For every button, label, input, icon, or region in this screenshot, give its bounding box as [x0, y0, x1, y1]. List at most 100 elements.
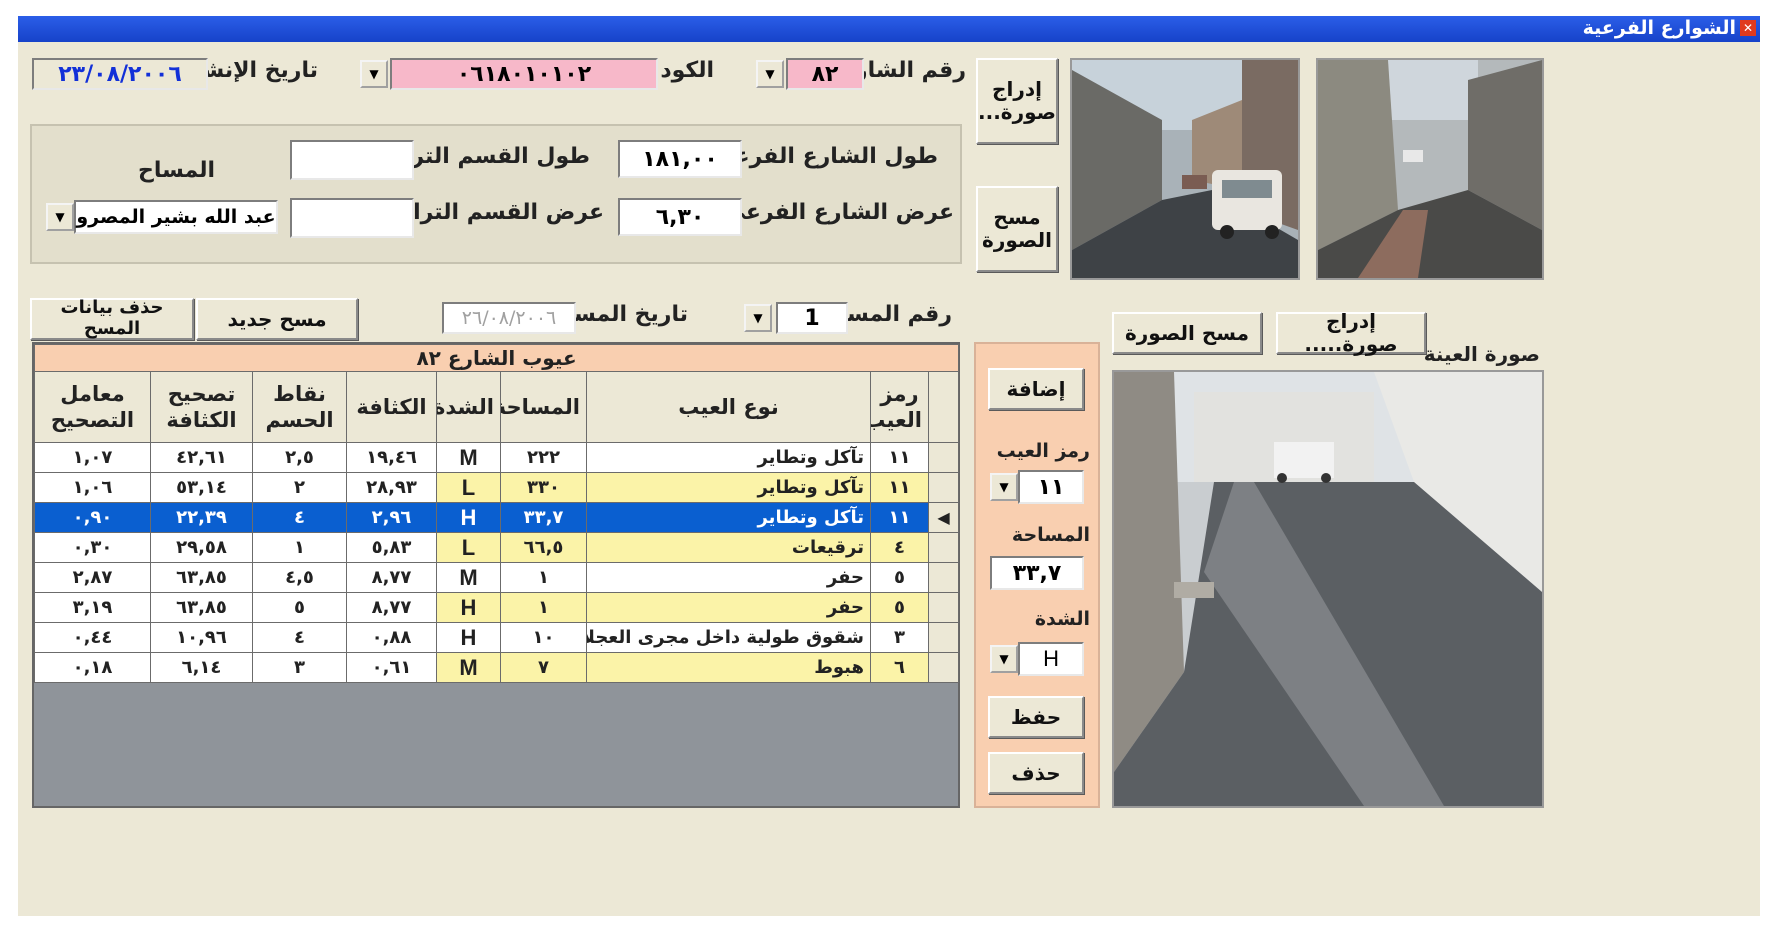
row-indicator[interactable]	[927, 442, 960, 473]
cell-severity[interactable]: H	[436, 502, 501, 533]
cell-code[interactable]: ٤	[870, 532, 929, 563]
col-density[interactable]: الكثافة	[346, 371, 437, 443]
cell-deduct[interactable]: ٤	[252, 502, 347, 533]
row-indicator[interactable]	[927, 652, 960, 683]
dirt-length-field[interactable]	[290, 140, 414, 180]
cell-type[interactable]: شقوق طولية داخل مجرى العجلات	[586, 622, 871, 653]
defect-code-dropdown-icon[interactable]: ▼	[990, 473, 1018, 501]
cell-code[interactable]: ٦	[870, 652, 929, 683]
cell-corr-density[interactable]: ٤٢,٦١	[150, 442, 253, 473]
cell-severity[interactable]: M	[436, 652, 501, 683]
defect-code-field[interactable]: ١١	[1018, 470, 1084, 504]
new-survey-button[interactable]: مسح جديد	[196, 298, 358, 340]
cell-code[interactable]: ٣	[870, 622, 929, 653]
delete-survey-button[interactable]: حذف بيانات المسح	[30, 297, 194, 340]
current-row-icon[interactable]: ◀	[927, 502, 960, 533]
cell-density[interactable]: ٢,٩٦	[346, 502, 437, 533]
cell-code[interactable]: ٥	[870, 562, 929, 593]
cell-area[interactable]: ١٠	[500, 622, 587, 653]
cell-code[interactable]: ١١	[870, 502, 929, 533]
cell-area[interactable]: ١	[500, 592, 587, 623]
cell-type[interactable]: ترقيعات	[586, 532, 871, 563]
cell-density[interactable]: ١٩,٤٦	[346, 442, 437, 473]
street-length-field[interactable]: ١٨١,٠٠	[618, 140, 742, 178]
cell-type[interactable]: حفر	[586, 592, 871, 623]
sample-insert-photo-button[interactable]: إدراج صورة.....	[1276, 310, 1426, 356]
dirt-width-field[interactable]	[290, 198, 414, 238]
survey-no-dropdown-icon[interactable]: ▼	[744, 304, 772, 332]
cell-code[interactable]: ٥	[870, 592, 929, 623]
defect-area-field[interactable]: ٣٣,٧	[990, 556, 1084, 590]
cell-corr-factor[interactable]: ٣,١٩	[34, 592, 151, 623]
cell-corr-factor[interactable]: ٠,٤٤	[34, 622, 151, 653]
col-corr-density[interactable]: تصحيح الكثافة	[150, 371, 253, 443]
cell-corr-density[interactable]: ٢٩,٥٨	[150, 532, 253, 563]
row-indicator[interactable]	[927, 622, 960, 653]
cell-type[interactable]: تآكل وتطاير	[586, 442, 871, 473]
col-area[interactable]: المساحة	[500, 371, 587, 443]
cell-area[interactable]: ٢٢٢	[500, 442, 587, 473]
cell-type[interactable]: حفر	[586, 562, 871, 593]
street-no-dropdown-icon[interactable]: ▼	[756, 60, 784, 88]
defect-severity-field[interactable]: H	[1018, 642, 1084, 676]
cell-corr-density[interactable]: ٦٣,٨٥	[150, 592, 253, 623]
row-indicator[interactable]	[927, 592, 960, 623]
surveyor-field[interactable]: عبد الله بشير المصرو	[74, 200, 278, 234]
cell-severity[interactable]: L	[436, 472, 501, 503]
save-defect-button[interactable]: حفظ	[988, 696, 1084, 738]
cell-corr-factor[interactable]: ٠,١٨	[34, 652, 151, 683]
cell-density[interactable]: ٨,٧٧	[346, 592, 437, 623]
cell-density[interactable]: ٢٨,٩٣	[346, 472, 437, 503]
code-field[interactable]: ٠٦١٨٠١٠١٠٢	[390, 58, 658, 90]
cell-type[interactable]: تآكل وتطاير	[586, 472, 871, 503]
code-dropdown-icon[interactable]: ▼	[360, 60, 388, 88]
cell-density[interactable]: ٠,٦١	[346, 652, 437, 683]
col-corr-factor[interactable]: معامل التصحيح	[34, 371, 151, 443]
delete-defect-button[interactable]: حذف	[988, 752, 1084, 794]
cell-deduct[interactable]: ٥	[252, 592, 347, 623]
col-deduct[interactable]: نقاط الحسم	[252, 371, 347, 443]
table-row[interactable]: ٠,٩٠ ٢٢,٣٩ ٤ ٢,٩٦ H ٣٣,٧ تآكل وتطاير ١١ ◀	[34, 502, 960, 533]
cell-corr-factor[interactable]: ١,٠٦	[34, 472, 151, 503]
cell-deduct[interactable]: ٣	[252, 652, 347, 683]
cell-corr-density[interactable]: ١٠,٩٦	[150, 622, 253, 653]
survey-no-field[interactable]: 1	[776, 302, 848, 334]
table-row[interactable]: ٠,٤٤ ١٠,٩٦ ٤ ٠,٨٨ H ١٠ شقوق طولية داخل مجرى ال…	[34, 622, 960, 653]
cell-corr-factor[interactable]: ١,٠٧	[34, 442, 151, 473]
col-type[interactable]: نوع العيب	[586, 371, 871, 443]
cell-corr-density[interactable]: ٢٢,٣٩	[150, 502, 253, 533]
cell-area[interactable]: ١	[500, 562, 587, 593]
street-no-field[interactable]: ٨٢	[786, 58, 864, 90]
street-width-field[interactable]: ٦,٣٠	[618, 198, 742, 236]
cell-deduct[interactable]: ١	[252, 532, 347, 563]
cell-corr-factor[interactable]: ٠,٩٠	[34, 502, 151, 533]
cell-corr-density[interactable]: ٦,١٤	[150, 652, 253, 683]
cell-corr-factor[interactable]: ٢,٨٧	[34, 562, 151, 593]
cell-deduct[interactable]: ٤	[252, 622, 347, 653]
table-row[interactable]: ٠,١٨ ٦,١٤ ٣ ٠,٦١ M ٧ هبوط ٦	[34, 652, 960, 683]
cell-corr-density[interactable]: ٦٣,٨٥	[150, 562, 253, 593]
cell-area[interactable]: ٣٣,٧	[500, 502, 587, 533]
cell-type[interactable]: تآكل وتطاير	[586, 502, 871, 533]
cell-type[interactable]: هبوط	[586, 652, 871, 683]
cell-density[interactable]: ٠,٨٨	[346, 622, 437, 653]
cell-severity[interactable]: H	[436, 622, 501, 653]
cell-area[interactable]: ٣٣٠	[500, 472, 587, 503]
col-severity[interactable]: الشدة	[436, 371, 501, 443]
row-indicator[interactable]	[927, 562, 960, 593]
cell-code[interactable]: ١١	[870, 472, 929, 503]
table-row[interactable]: ٠,٣٠ ٢٩,٥٨ ١ ٥,٨٣ L ٦٦,٥ ترقيعات ٤	[34, 532, 960, 563]
col-code[interactable]: رمز العيب	[870, 371, 929, 443]
add-defect-button[interactable]: إضافة	[988, 368, 1084, 410]
cell-deduct[interactable]: ٢,٥	[252, 442, 347, 473]
close-icon[interactable]: ✕	[1740, 20, 1756, 36]
table-row[interactable]: ٣,١٩ ٦٣,٨٥ ٥ ٨,٧٧ H ١ حفر ٥	[34, 592, 960, 623]
cell-area[interactable]: ٦٦,٥	[500, 532, 587, 563]
cell-density[interactable]: ٨,٧٧	[346, 562, 437, 593]
insert-photo-button[interactable]: إدراج صورة...	[976, 58, 1058, 144]
cell-density[interactable]: ٥,٨٣	[346, 532, 437, 563]
cell-deduct[interactable]: ٢	[252, 472, 347, 503]
surveyor-dropdown-icon[interactable]: ▼	[46, 203, 74, 231]
clear-photo-button[interactable]: مسح الصورة	[976, 186, 1058, 272]
row-indicator[interactable]	[927, 472, 960, 503]
